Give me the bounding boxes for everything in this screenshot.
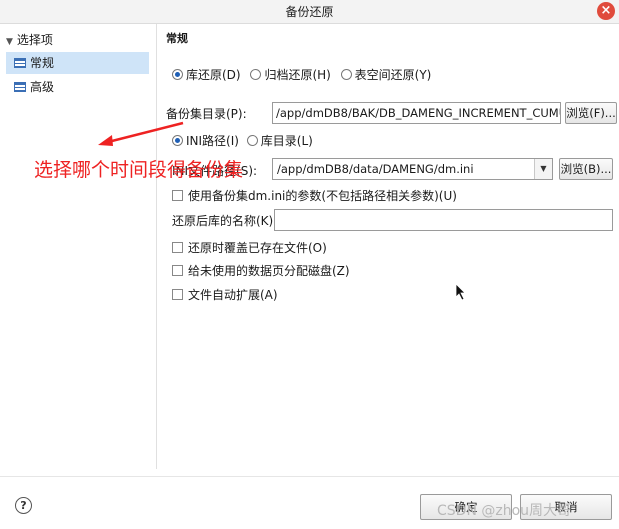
- annotation-text: 选择哪个时间段得备份集: [34, 159, 244, 181]
- annotation-arrow: [98, 121, 184, 146]
- watermark: CSDN @zhou周大哥: [437, 503, 572, 519]
- help-icon[interactable]: ?: [15, 497, 32, 514]
- mouse-cursor-icon: [455, 283, 466, 301]
